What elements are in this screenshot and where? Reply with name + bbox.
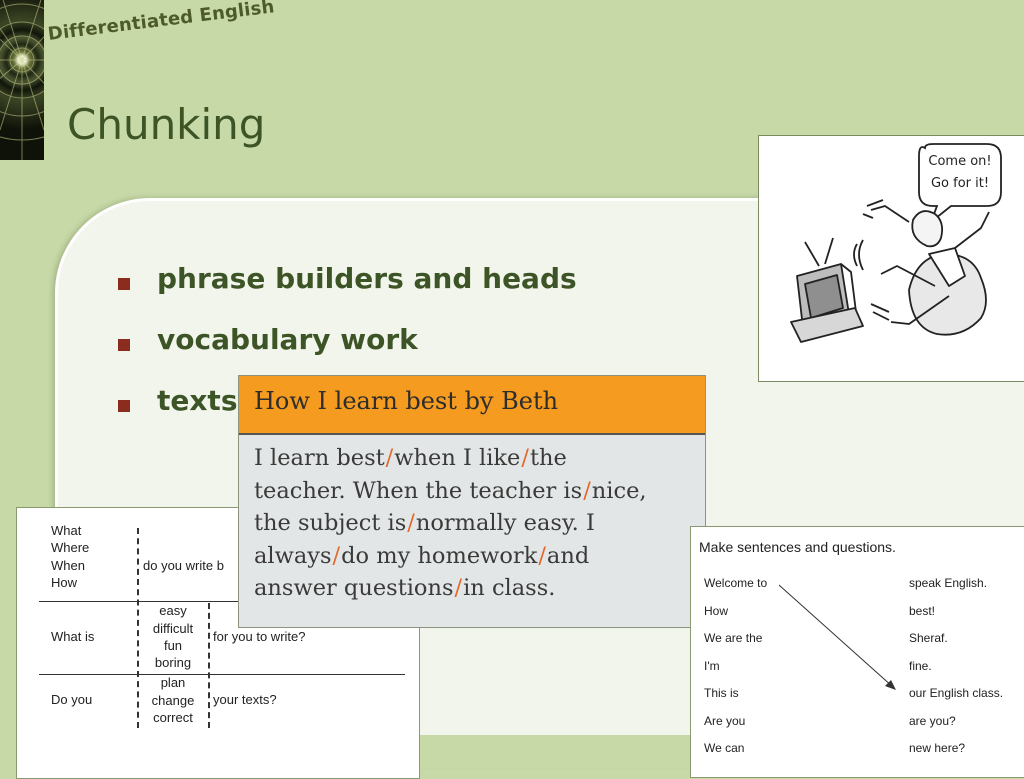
table-divider — [208, 603, 210, 728]
table-cell: What — [51, 523, 82, 538]
match-left-item: This is — [704, 686, 739, 700]
bullet-text: vocabulary work — [157, 323, 418, 356]
table-cell: for you to write? — [213, 629, 306, 644]
chunk-divider: / — [538, 542, 546, 569]
bullet-text: phrase builders and heads — [157, 262, 577, 295]
text-chunk: when I like — [394, 445, 521, 471]
text-box-title: How I learn best by Beth — [254, 387, 559, 415]
text-chunk: in class. — [463, 575, 556, 601]
text-line: always/do my homework/and — [254, 540, 699, 573]
table-cell: How — [51, 575, 78, 590]
table-cell: When — [51, 558, 85, 573]
text-line: the subject is/normally easy. I — [254, 507, 699, 540]
chunk-divider: / — [332, 542, 341, 569]
text-chunk: normally easy. I — [415, 510, 595, 536]
match-arrow — [778, 584, 896, 690]
text-chunk: nice, — [591, 477, 647, 504]
match-right-item: are you? — [909, 713, 956, 728]
match-left-item: How — [704, 603, 729, 618]
square-bullet-icon — [118, 278, 130, 290]
text-chunk: the subject is — [254, 510, 407, 536]
cartoon-image: Come on! Go for it! — [758, 135, 1024, 382]
table-cell: correct — [153, 710, 193, 725]
text-line: teacher. When the teacher is/nice, — [254, 475, 699, 508]
chunk-divider: / — [583, 477, 591, 504]
table-cell: difficult — [152, 621, 194, 636]
match-left-item: Are you — [704, 713, 746, 728]
match-left-item: Welcome to — [704, 576, 768, 590]
table-cell: your texts? — [213, 692, 277, 707]
square-bullet-icon — [118, 339, 130, 351]
text-chunk: teacher. When the teacher is — [254, 477, 583, 504]
text-chunk: and — [546, 542, 590, 569]
text-chunk: I learn best — [254, 445, 385, 471]
text-chunk: always — [254, 542, 332, 569]
match-left-item: We can — [704, 741, 745, 755]
table-cell: easy — [159, 603, 187, 618]
chunk-divider: / — [454, 575, 463, 601]
chunk-divider: / — [385, 445, 394, 471]
speech-bubble-line: Go for it! — [930, 176, 990, 191]
chunked-text: I learn best/when I like/the teacher. Whe… — [254, 442, 699, 605]
text-line: answer questions/in class. — [254, 572, 699, 605]
table-cell: What is — [51, 629, 95, 644]
table-cell: Do you — [51, 692, 93, 707]
panel-gap — [418, 735, 693, 768]
text-box-header: How I learn best by Beth — [239, 376, 705, 435]
table-cell: change — [151, 693, 195, 708]
table-divider — [39, 674, 405, 675]
chunked-text-box: How I learn best by Beth I learn best/wh… — [238, 375, 706, 628]
match-right-item: our English class. — [909, 686, 1004, 700]
chunk-divider: / — [407, 510, 415, 536]
table-cell: fun — [163, 638, 183, 653]
bullet-text: texts — [157, 384, 238, 417]
table-cell: plan — [160, 675, 186, 690]
match-left-item: I'm — [704, 658, 720, 673]
match-right-item: fine. — [909, 658, 932, 673]
text-line: I learn best/when I like/the — [254, 442, 699, 475]
chunk-divider: / — [521, 445, 529, 471]
slide-title: Chunking — [67, 100, 266, 149]
brand-logo-text: Differentiated English — [46, 0, 276, 45]
text-chunk: do my homework — [341, 542, 538, 569]
match-right-item: Sheraf. — [909, 631, 948, 645]
matching-exercise: Make sentences and questions. Welcome to… — [690, 526, 1024, 778]
match-right-item: new here? — [909, 741, 966, 755]
table-cell: Where — [51, 540, 90, 555]
square-bullet-icon — [118, 400, 130, 412]
match-right-item: speak English. — [909, 576, 988, 590]
speech-bubble-line: Come on! — [928, 154, 992, 169]
text-chunk: the — [529, 445, 567, 471]
text-chunk: answer questions — [254, 575, 454, 601]
logo-flower-image — [0, 0, 44, 160]
tv-fan-illustration — [790, 143, 1002, 343]
bullet-item: phrase builders and heads — [118, 262, 577, 323]
match-left-item: We are the — [704, 631, 763, 645]
match-right-item: best! — [909, 603, 936, 618]
table-cell: do you write b — [143, 558, 224, 573]
table-divider — [137, 528, 139, 728]
table-cell: boring — [154, 655, 192, 670]
